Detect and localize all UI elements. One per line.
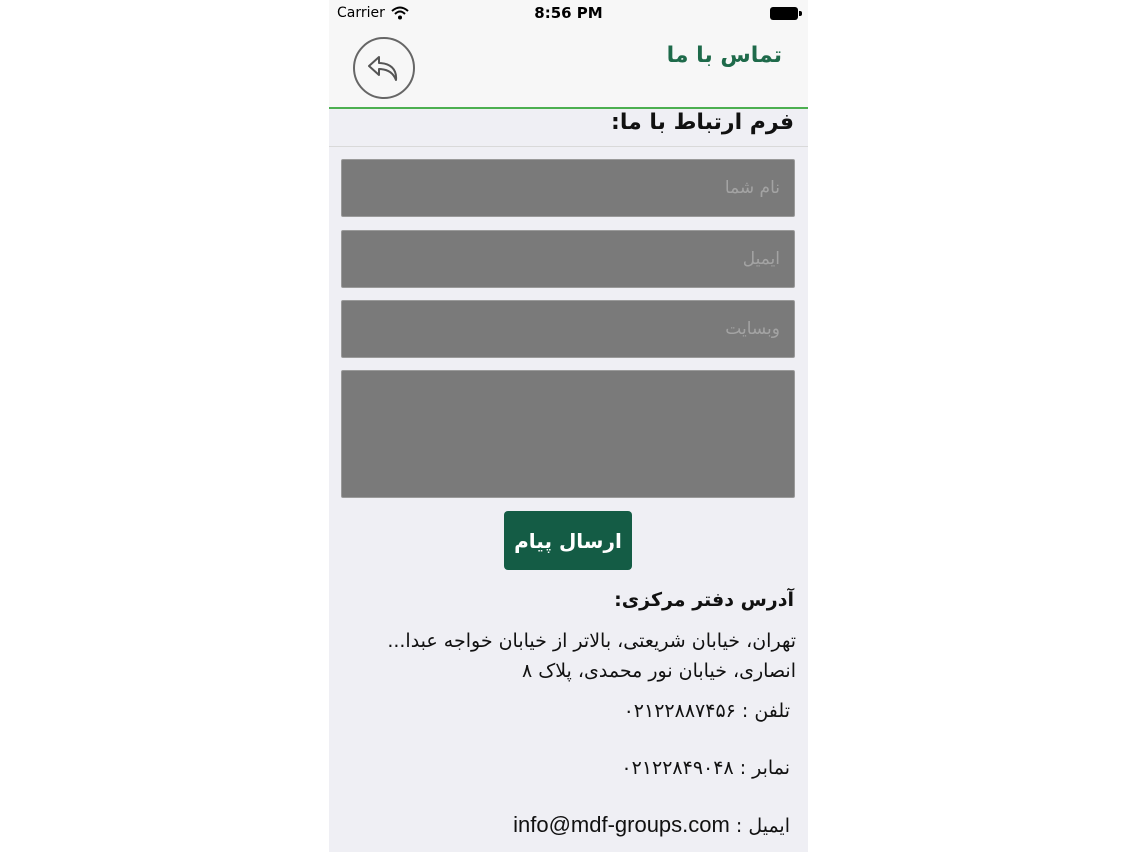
send-button[interactable]: ارسال پیام — [504, 511, 632, 570]
page-title: تماس با ما — [666, 43, 782, 68]
battery-icon — [770, 7, 802, 20]
address-heading: آدرس دفتر مرکزی: — [614, 589, 794, 611]
phone-value[interactable]: ۰۲۱۲۲۸۸۷۴۵۶ — [624, 700, 736, 722]
email-value[interactable]: info@mdf-groups.com — [513, 812, 730, 837]
name-field[interactable] — [341, 159, 795, 217]
divider — [329, 146, 808, 147]
address-text: تهران، خیابان شریعتی، بالاتر از خیابان خ… — [387, 630, 796, 682]
fax-value: ۰۲۱۲۲۸۴۹۰۴۸ — [621, 757, 734, 779]
email-field[interactable] — [341, 230, 795, 288]
phone-screen: Carrier 8:56 PM تماس با ما فرم ارتباط با… — [329, 0, 808, 852]
email-label: ایمیل : — [729, 815, 790, 837]
status-bar: Carrier 8:56 PM — [329, 0, 808, 28]
form-heading: فرم ارتباط با ما: — [611, 110, 794, 135]
email-row: ایمیل : info@mdf-groups.com — [513, 812, 790, 838]
nav-bar: تماس با ما — [329, 28, 808, 109]
fax-row: نمابر : ۰۲۱۲۲۸۴۹۰۴۸ — [621, 757, 790, 779]
status-time: 8:56 PM — [534, 4, 603, 22]
fax-label: نمابر : — [733, 757, 790, 779]
website-field[interactable] — [341, 300, 795, 358]
back-button[interactable] — [353, 37, 415, 99]
phone-label: تلفن : — [735, 700, 790, 722]
back-arrow-icon — [368, 56, 398, 81]
phone-row: تلفن : ۰۲۱۲۲۸۸۷۴۵۶ — [624, 700, 790, 722]
message-field[interactable] — [341, 370, 795, 498]
